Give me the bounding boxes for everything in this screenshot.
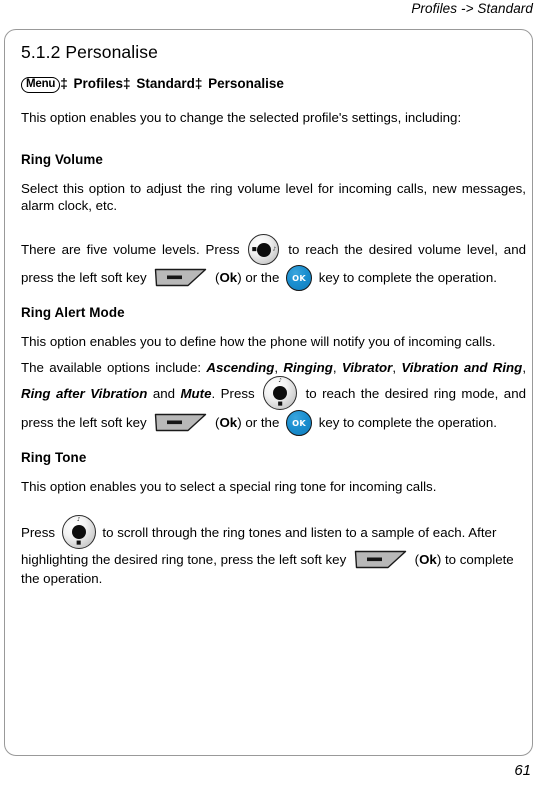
ring-alert-press: Press <box>220 386 255 402</box>
navigation-key-horizontal-icon[interactable]: ■ ♪ <box>248 234 280 266</box>
nav-hub <box>71 525 86 540</box>
page-number: 61 <box>514 762 531 779</box>
navigation-key-vertical-icon[interactable]: ♪ ■ <box>61 515 96 550</box>
breadcrumb-separator-2: ‡ <box>123 76 131 91</box>
ring-alert-tail: key to complete the operation. <box>318 415 497 431</box>
left-soft-key-icon[interactable] <box>154 267 207 288</box>
ok-label-ring-tone: Ok <box>419 552 437 568</box>
breadcrumb: Menu ‡ Profiles‡ Standard‡ Personalise <box>21 76 526 94</box>
ring-volume-paragraph-1: Select this option to adjust the ring vo… <box>21 181 526 214</box>
nav-glyph-right: ♪ <box>272 246 277 253</box>
ring-volume-text-a: There are five volume levels. Press <box>21 242 240 258</box>
page-content: 5.1.2 Personalise Menu ‡ Profiles‡ Standa… <box>21 42 526 601</box>
ok-key-icon[interactable]: OK <box>286 265 313 292</box>
ok-key-label: OK <box>292 418 307 429</box>
nav-hub <box>256 242 271 257</box>
intro-paragraph: This option enables you to change the se… <box>21 110 462 126</box>
breadcrumb-step-personalise: Personalise <box>208 76 284 91</box>
option-vibration-and-ring: Vibration and Ring <box>401 360 523 376</box>
breadcrumb-separator-3: ‡ <box>194 76 203 91</box>
nav-glyph-down: ■ <box>76 539 82 546</box>
ring-volume-text-c: or the <box>245 270 280 286</box>
ok-label-ring-alert: Ok <box>219 415 238 431</box>
ring-alert-lead: The available options include: <box>21 360 202 376</box>
option-ascending: Ascending <box>206 360 275 376</box>
nav-glyph-up: ♪ <box>278 378 282 385</box>
ring-volume-paragraph-2: There are five volume levels. Press ■ ♪ t… <box>21 234 526 292</box>
option-vibrator: Vibrator <box>341 360 393 376</box>
ring-volume-text-d: key to complete the operation. <box>318 270 497 286</box>
ring-alert-or: or the <box>245 415 280 431</box>
ring-alert-paragraph-1: This option enables you to define how th… <box>21 334 496 350</box>
nav-glyph-down: ■ <box>277 400 283 407</box>
heading-ring-alert-mode: Ring Alert Mode <box>21 305 125 321</box>
left-soft-key-icon[interactable] <box>154 412 207 433</box>
ok-label-ring-volume: Ok <box>219 270 238 286</box>
ok-key-label: OK <box>292 273 307 284</box>
ok-key-icon[interactable]: OK <box>286 410 313 437</box>
navigation-key-vertical-icon[interactable]: ♪ ■ <box>263 376 298 411</box>
breadcrumb-step-standard: Standard <box>136 76 195 91</box>
nav-glyph-up: ♪ <box>76 517 81 524</box>
option-ringing: Ringing <box>283 360 333 376</box>
running-header: Profiles -> Standard <box>411 1 533 16</box>
nav-hub <box>273 386 288 401</box>
nav-glyph-left: ■ <box>251 246 257 253</box>
ring-tone-paragraph-1: This option enables you to select a spec… <box>21 479 437 495</box>
ring-tone-press: Press <box>21 525 55 541</box>
section-title: 5.1.2 Personalise <box>21 42 158 62</box>
ring-alert-paragraph-2: The available options include: Ascending… <box>21 359 526 437</box>
breadcrumb-separator-1: ‡ <box>60 76 68 91</box>
ring-alert-and: and <box>152 386 176 402</box>
breadcrumb-step-profiles: Profiles <box>73 76 124 91</box>
option-mute: Mute <box>180 386 212 402</box>
menu-chip[interactable]: Menu <box>21 77 61 94</box>
left-soft-key-icon[interactable] <box>354 549 407 570</box>
ring-tone-paragraph-2: Press ♪ ■ to scroll through the ring tone… <box>21 515 526 587</box>
heading-ring-volume: Ring Volume <box>21 152 103 168</box>
option-ring-after-vibration: Ring after Vibration <box>21 386 148 402</box>
heading-ring-tone: Ring Tone <box>21 450 87 466</box>
